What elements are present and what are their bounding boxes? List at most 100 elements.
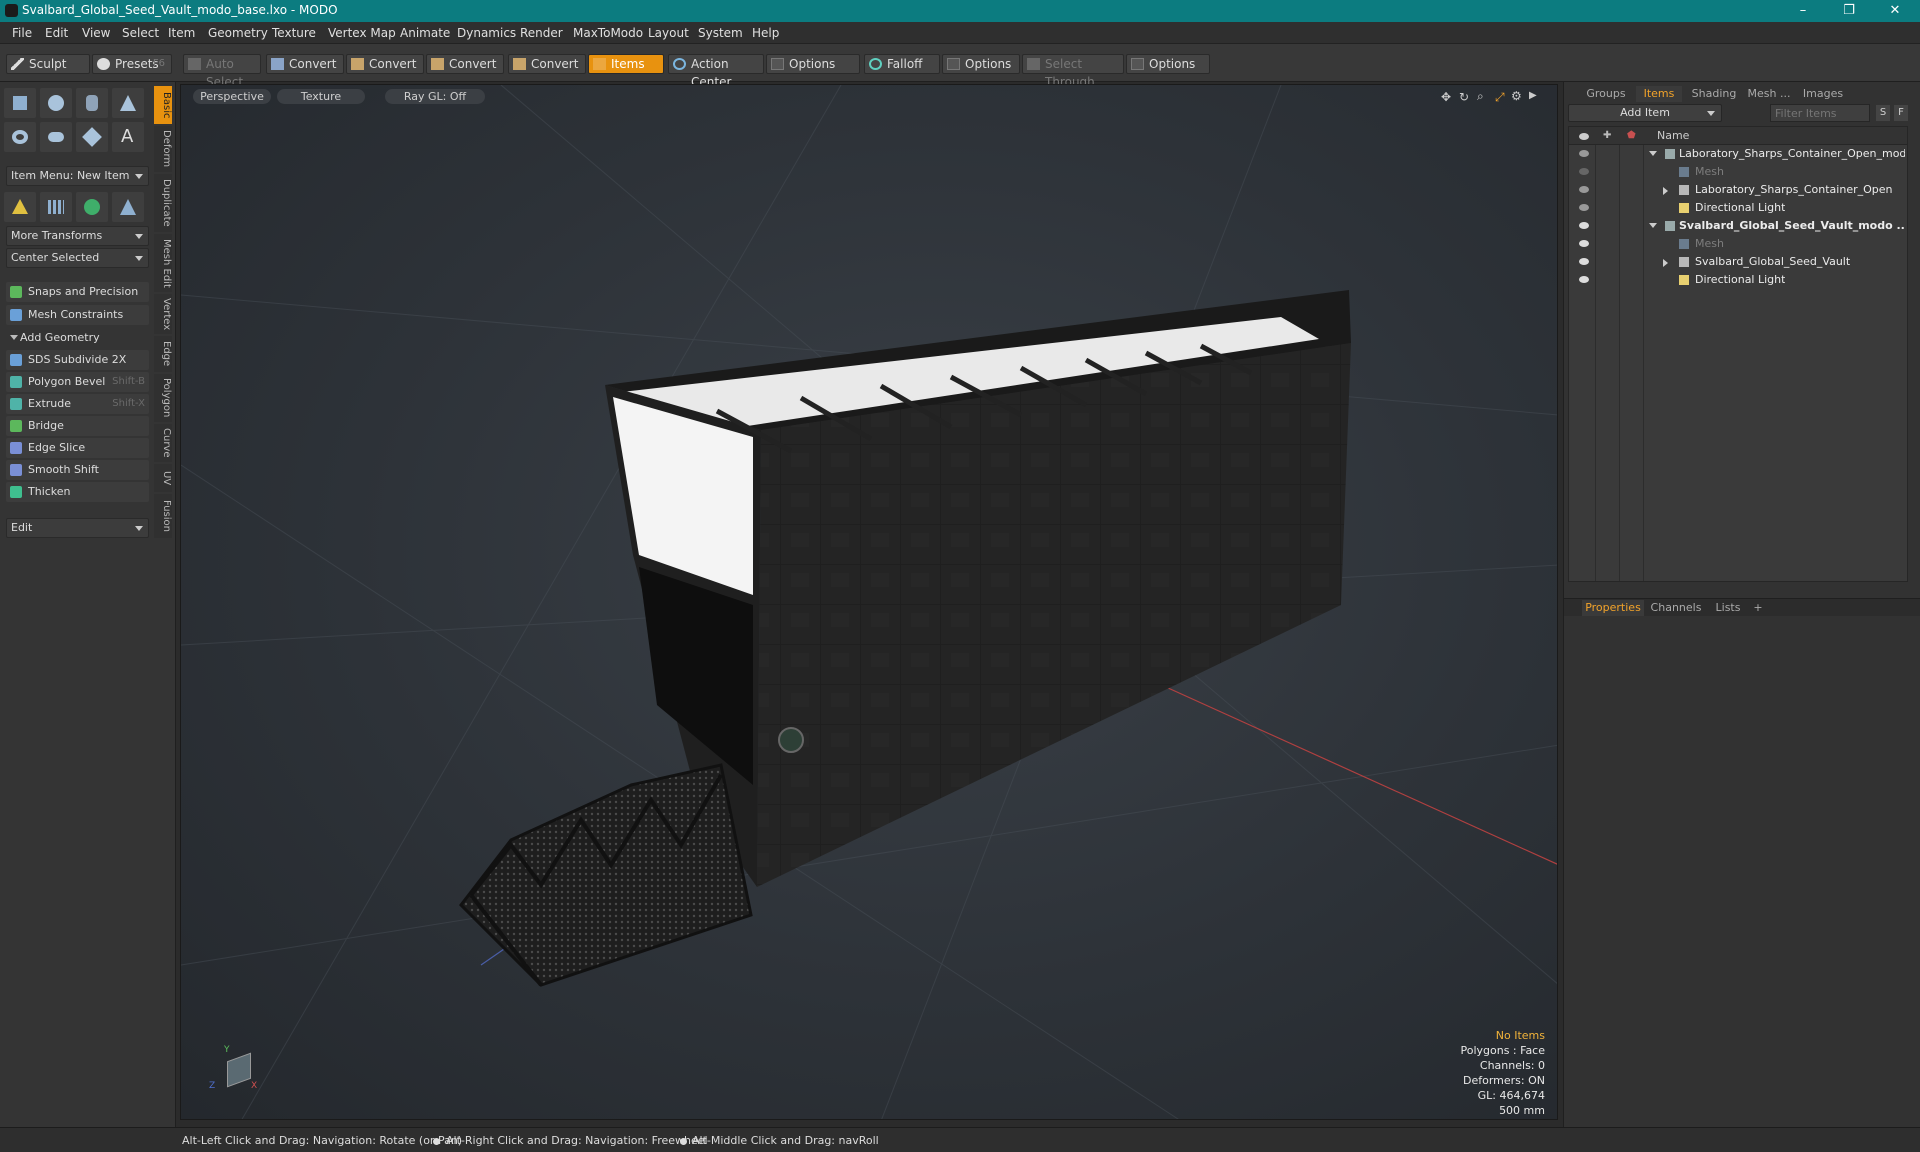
name-column-header[interactable]: Name	[1657, 129, 1689, 142]
falloff-button[interactable]: Falloff	[864, 54, 940, 74]
tab-fusion[interactable]: Fusion	[154, 494, 172, 538]
light-row-laboratory[interactable]: Directional Light	[1569, 199, 1902, 217]
convert-edges-button[interactable]: Convert	[346, 54, 424, 74]
tab-curve[interactable]: Curve	[154, 424, 172, 462]
expand-triangle-icon[interactable]	[1663, 259, 1668, 267]
menu-texture[interactable]: Texture	[272, 26, 316, 40]
action-center-options-button[interactable]: Options	[766, 54, 860, 74]
visibility-column-eye-icon[interactable]	[1579, 133, 1589, 140]
menu-animate[interactable]: Animate	[400, 26, 450, 40]
tab-mesh[interactable]: Mesh ...	[1744, 86, 1794, 102]
tab-shading[interactable]: Shading	[1688, 86, 1740, 102]
tab-images[interactable]: Images	[1800, 86, 1846, 102]
tab-groups[interactable]: Groups	[1582, 86, 1630, 102]
3d-viewport[interactable]: Perspective Texture Ray GL: Off ✥ ↻ ⌕ ⤢ …	[180, 84, 1558, 1120]
restore-button[interactable]: ❐	[1826, 0, 1872, 22]
mesh-row-svalbard[interactable]: Mesh	[1569, 235, 1902, 253]
menu-render[interactable]: Render	[520, 26, 563, 40]
extrude-button[interactable]: Extrude Shift-X	[6, 394, 149, 414]
thicken-button[interactable]: Thicken	[6, 482, 149, 502]
mesh-constraints-button[interactable]: Mesh Constraints	[6, 305, 149, 325]
torus-primitive-icon[interactable]	[4, 122, 36, 152]
bridge-button[interactable]: Bridge	[6, 416, 149, 436]
convert-vertices-button[interactable]: Convert	[266, 54, 344, 74]
edge-slice-button[interactable]: Edge Slice	[6, 438, 149, 458]
capsule-primitive-icon[interactable]	[40, 122, 72, 152]
tab-items[interactable]: Items	[1636, 86, 1682, 102]
menu-vertex-map[interactable]: Vertex Map	[328, 26, 396, 40]
scene-row-laboratory[interactable]: Laboratory_Sharps_Container_Open_mod ...	[1569, 145, 1905, 163]
sphere-primitive-icon[interactable]	[40, 88, 72, 118]
transform-tool-icon[interactable]	[4, 192, 36, 222]
add-tab-button[interactable]: +	[1750, 600, 1766, 616]
convert-polygons-button[interactable]: Convert	[426, 54, 504, 74]
more-transforms-dropdown[interactable]: More Transforms	[6, 226, 149, 246]
tab-duplicate[interactable]: Duplicate	[154, 174, 172, 232]
tab-polygon[interactable]: Polygon	[154, 374, 172, 422]
globe-tool-icon[interactable]	[76, 192, 108, 222]
select-through-options-button[interactable]: Options	[1126, 54, 1210, 74]
tab-mesh-edit[interactable]: Mesh Edit	[154, 234, 172, 292]
cone-primitive-icon[interactable]	[112, 88, 144, 118]
select-through-button[interactable]: Select Through	[1022, 54, 1124, 89]
add-geometry-section[interactable]: Add Geometry	[6, 328, 149, 348]
close-button[interactable]: ✕	[1872, 0, 1918, 22]
presets-button[interactable]: Presets F6	[92, 54, 172, 74]
mesh-row-laboratory[interactable]: Mesh	[1569, 163, 1902, 181]
item-menu-dropdown[interactable]: Item Menu: New Item	[6, 166, 149, 186]
menu-file[interactable]: File	[12, 26, 32, 40]
polygon-bevel-button[interactable]: Polygon Bevel Shift-B	[6, 372, 149, 392]
action-center-button[interactable]: Action Center	[668, 54, 764, 89]
tab-channels[interactable]: Channels	[1648, 600, 1704, 616]
eye-icon[interactable]	[1579, 204, 1589, 211]
minimize-button[interactable]: –	[1780, 0, 1826, 22]
expand-triangle-icon[interactable]	[1663, 187, 1668, 195]
smooth-shift-button[interactable]: Smooth Shift	[6, 460, 149, 480]
render-column-icon[interactable]: ⬟	[1627, 130, 1636, 141]
menu-help[interactable]: Help	[752, 26, 779, 40]
menu-layout[interactable]: Layout	[648, 26, 689, 40]
eye-icon[interactable]	[1579, 150, 1589, 157]
tab-properties[interactable]: Properties	[1582, 600, 1644, 616]
sds-subdivide-button[interactable]: SDS Subdivide 2X	[6, 350, 149, 370]
menu-system[interactable]: System	[698, 26, 743, 40]
auto-select-button[interactable]: Auto Select	[183, 54, 261, 89]
eye-icon[interactable]	[1579, 222, 1589, 229]
tab-lists[interactable]: Lists	[1710, 600, 1746, 616]
light-row-svalbard[interactable]: Directional Light	[1569, 271, 1902, 289]
center-selected-dropdown[interactable]: Center Selected	[6, 248, 149, 268]
falloff-options-button[interactable]: Options	[942, 54, 1020, 74]
add-item-button[interactable]: Add Item	[1568, 104, 1722, 122]
eye-icon[interactable]	[1579, 240, 1589, 247]
collapse-triangle-icon[interactable]	[1649, 151, 1657, 156]
menu-maxtomodo[interactable]: MaxToModo	[573, 26, 643, 40]
mesh-item-row-laboratory[interactable]: Laboratory_Sharps_Container_Open	[1569, 181, 1902, 199]
menu-edit[interactable]: Edit	[45, 26, 68, 40]
sculpt-button[interactable]: Sculpt	[6, 54, 90, 74]
text-tool-icon[interactable]: A	[112, 122, 144, 152]
eye-icon[interactable]	[1579, 276, 1589, 283]
items-mode-button[interactable]: Items	[588, 54, 664, 74]
snaps-and-precision-button[interactable]: Snaps and Precision	[6, 282, 149, 302]
eye-icon[interactable]	[1579, 168, 1589, 175]
edit-dropdown[interactable]: Edit	[6, 518, 149, 538]
menu-view[interactable]: View	[82, 26, 110, 40]
scene-row-svalbard[interactable]: Svalbard_Global_Seed_Vault_modo ...	[1569, 217, 1905, 235]
cylinder-primitive-icon[interactable]	[76, 88, 108, 118]
tab-uv[interactable]: UV	[154, 464, 172, 492]
menu-geometry[interactable]: Geometry	[208, 26, 268, 40]
mesh-item-row-svalbard[interactable]: Svalbard_Global_Seed_Vault	[1569, 253, 1902, 271]
cube-primitive-icon[interactable]	[4, 88, 36, 118]
menu-select[interactable]: Select	[122, 26, 159, 40]
eye-icon[interactable]	[1579, 258, 1589, 265]
convert-items-button[interactable]: Convert	[508, 54, 586, 74]
collapse-triangle-icon[interactable]	[1649, 223, 1657, 228]
menu-item[interactable]: Item	[168, 26, 195, 40]
cone-tool-icon[interactable]	[112, 192, 144, 222]
pen-tool-icon[interactable]	[76, 122, 108, 152]
grid-tool-icon[interactable]	[40, 192, 72, 222]
filter-items-input[interactable]	[1770, 104, 1870, 122]
filter-s-button[interactable]: S	[1876, 105, 1890, 121]
tab-basic[interactable]: Basic	[154, 86, 172, 124]
filter-f-button[interactable]: F	[1894, 105, 1908, 121]
